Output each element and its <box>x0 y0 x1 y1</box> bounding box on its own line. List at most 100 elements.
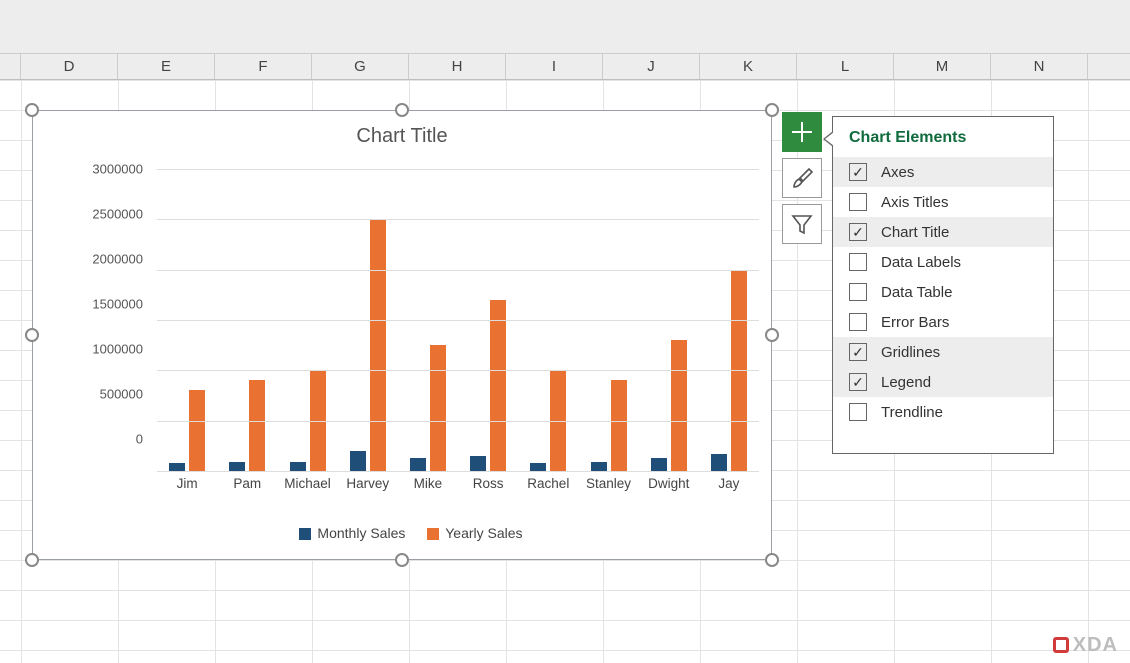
checkbox[interactable]: ✓ <box>849 223 867 241</box>
gridline-h <box>0 560 1130 561</box>
checkbox[interactable] <box>849 403 867 421</box>
resize-handle-bl[interactable] <box>25 553 39 567</box>
chart-element-label: Trendline <box>881 404 943 421</box>
checkbox[interactable] <box>849 253 867 271</box>
checkbox[interactable]: ✓ <box>849 163 867 181</box>
chart-element-option[interactable]: ✓ Gridlines <box>833 337 1053 367</box>
x-tick-label: Michael <box>277 476 337 491</box>
gridline-h <box>0 620 1130 621</box>
chart-element-option[interactable]: Data Labels <box>833 247 1053 277</box>
bar-monthly-sales[interactable] <box>350 451 366 471</box>
bar-yearly-sales[interactable] <box>189 390 205 471</box>
chart-element-option[interactable]: Trendline <box>833 397 1053 427</box>
column-header[interactable]: F <box>215 54 312 79</box>
chart-element-option[interactable]: ✓ Legend <box>833 367 1053 397</box>
chart-gridline <box>157 270 759 271</box>
callout-list: ✓ Axes Axis Titles ✓ Chart Title Data LabelsD… <box>833 157 1053 427</box>
chart-gridline <box>157 320 759 321</box>
gridline-v <box>1088 80 1089 663</box>
bar-monthly-sales[interactable] <box>290 462 306 471</box>
bar-monthly-sales[interactable] <box>591 462 607 471</box>
column-header[interactable]: L <box>797 54 894 79</box>
chart-element-option[interactable]: Error Bars <box>833 307 1053 337</box>
column-header[interactable]: G <box>312 54 409 79</box>
embedded-chart[interactable]: Chart Title 0500000100000015000002000000… <box>32 110 772 560</box>
chart-element-option[interactable]: ✓ Axes <box>833 157 1053 187</box>
plot-region <box>157 169 759 471</box>
column-header[interactable]: M <box>894 54 991 79</box>
chart-element-label: Axes <box>881 164 914 181</box>
legend-swatch-1 <box>299 528 311 540</box>
chart-title[interactable]: Chart Title <box>33 125 771 148</box>
resize-handle-bc[interactable] <box>395 553 409 567</box>
row-header-gutter <box>0 54 21 79</box>
bar-monthly-sales[interactable] <box>470 456 486 471</box>
bar-monthly-sales[interactable] <box>530 463 546 471</box>
x-tick-label: Jim <box>157 476 217 491</box>
bar-yearly-sales[interactable] <box>370 219 386 471</box>
column-header[interactable]: K <box>700 54 797 79</box>
bar-yearly-sales[interactable] <box>249 380 265 471</box>
column-header[interactable]: D <box>21 54 118 79</box>
legend-label-1: Monthly Sales <box>317 525 405 541</box>
chart-element-option[interactable]: Axis Titles <box>833 187 1053 217</box>
x-tick-label: Pam <box>217 476 277 491</box>
chart-gridline <box>157 219 759 220</box>
bar-yearly-sales[interactable] <box>671 340 687 471</box>
chart-plot-area[interactable]: 0500000100000015000002000000250000030000… <box>81 161 759 489</box>
checkbox[interactable] <box>849 283 867 301</box>
watermark-text: XDA <box>1073 634 1118 656</box>
checkbox[interactable]: ✓ <box>849 343 867 361</box>
resize-handle-br[interactable] <box>765 553 779 567</box>
bar-monthly-sales[interactable] <box>410 458 426 471</box>
chart-styles-button[interactable] <box>782 158 822 198</box>
chart-legend[interactable]: Monthly Sales Yearly Sales <box>33 525 771 541</box>
resize-handle-tl[interactable] <box>25 103 39 117</box>
column-header[interactable]: H <box>409 54 506 79</box>
checkbox[interactable]: ✓ <box>849 373 867 391</box>
bar-yearly-sales[interactable] <box>490 300 506 471</box>
bar-monthly-sales[interactable] <box>651 458 667 471</box>
y-axis-labels: 0500000100000015000002000000250000030000… <box>81 161 149 489</box>
x-tick-label: Ross <box>458 476 518 491</box>
chart-element-option[interactable]: Data Table <box>833 277 1053 307</box>
chart-element-label: Gridlines <box>881 344 940 361</box>
checkbox[interactable] <box>849 313 867 331</box>
chart-gridline <box>157 421 759 422</box>
bar-monthly-sales[interactable] <box>169 463 185 471</box>
chart-filter-button[interactable] <box>782 204 822 244</box>
x-tick-label: Mike <box>398 476 458 491</box>
column-header[interactable]: J <box>603 54 700 79</box>
bar-yearly-sales[interactable] <box>430 345 446 471</box>
bar-monthly-sales[interactable] <box>229 462 245 471</box>
x-tick-label: Rachel <box>518 476 578 491</box>
chart-gridline <box>157 370 759 371</box>
chart-elements-button[interactable] <box>782 112 822 152</box>
chart-element-label: Chart Title <box>881 224 949 241</box>
y-tick-label: 1000000 <box>92 342 143 357</box>
chart-gridline <box>157 169 759 170</box>
chart-elements-callout[interactable]: Chart Elements ✓ Axes Axis Titles ✓ Chart Ti… <box>832 116 1054 454</box>
column-header[interactable]: E <box>118 54 215 79</box>
paintbrush-icon <box>790 166 814 190</box>
column-header[interactable]: N <box>991 54 1088 79</box>
x-tick-label: Harvey <box>338 476 398 491</box>
bar-yearly-sales[interactable] <box>611 380 627 471</box>
x-axis-labels: JimPamMichaelHarveyMikeRossRachelStanley… <box>157 476 759 491</box>
y-tick-label: 500000 <box>100 387 143 402</box>
column-header[interactable]: I <box>506 54 603 79</box>
y-tick-label: 2500000 <box>92 207 143 222</box>
checkbox[interactable] <box>849 193 867 211</box>
resize-handle-mr[interactable] <box>765 328 779 342</box>
resize-handle-ml[interactable] <box>25 328 39 342</box>
chart-gridline <box>157 471 759 472</box>
chart-element-label: Legend <box>881 374 931 391</box>
chart-element-label: Axis Titles <box>881 194 949 211</box>
bar-monthly-sales[interactable] <box>711 454 727 471</box>
resize-handle-tc[interactable] <box>395 103 409 117</box>
chart-element-option[interactable]: ✓ Chart Title <box>833 217 1053 247</box>
chart-side-controls <box>782 112 822 244</box>
legend-swatch-2 <box>427 528 439 540</box>
resize-handle-tr[interactable] <box>765 103 779 117</box>
callout-title: Chart Elements <box>833 117 1053 157</box>
